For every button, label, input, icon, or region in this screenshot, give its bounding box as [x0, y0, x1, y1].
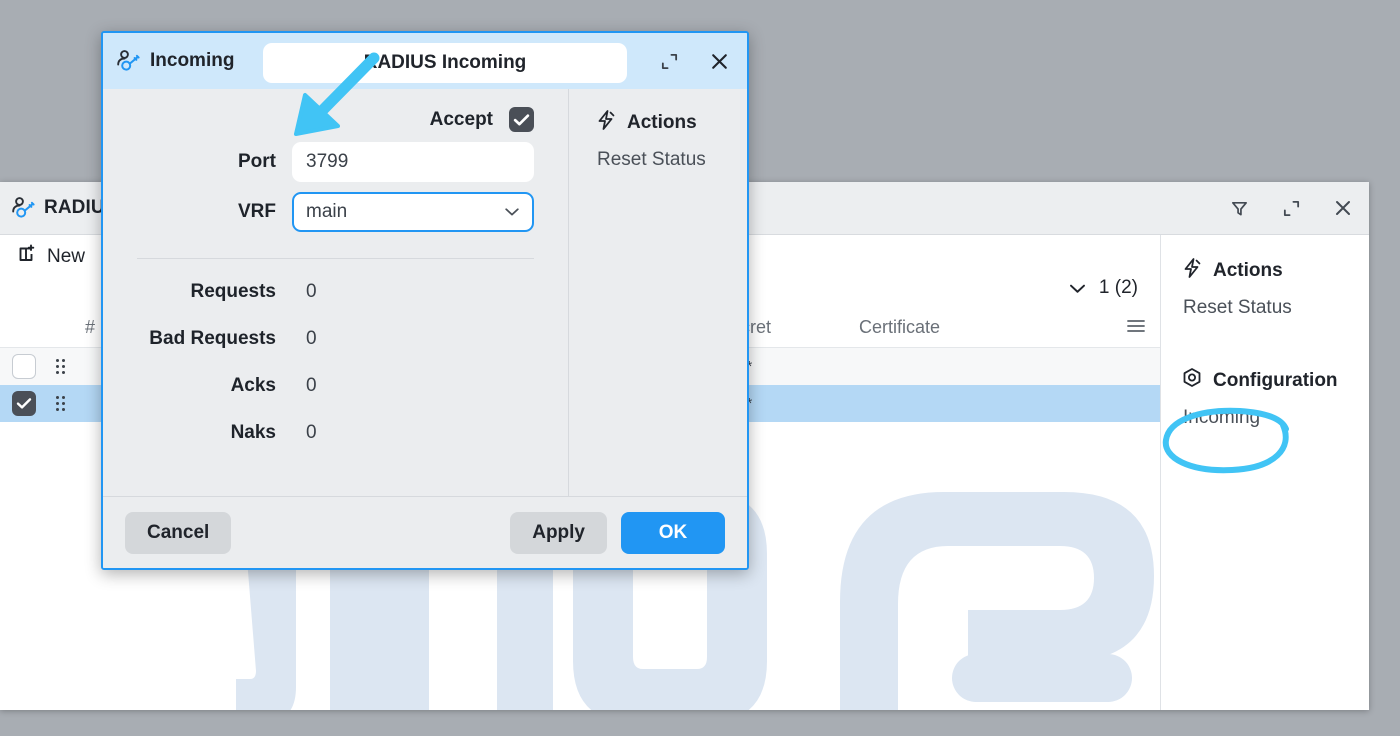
apply-button[interactable]: Apply: [510, 511, 607, 554]
dialog-body: Accept Port VRF main: [103, 89, 747, 496]
radius-side-panel: Actions Reset Status Configuration Incom…: [1161, 235, 1369, 710]
requests-label: Requests: [190, 281, 276, 302]
side-panel-reset-status[interactable]: Reset Status: [1183, 297, 1369, 319]
dialog-form: Accept Port VRF main: [103, 89, 569, 496]
close-icon[interactable]: [1331, 196, 1355, 220]
accept-checkbox[interactable]: [509, 107, 534, 132]
dialog-actions-title: Actions: [627, 112, 697, 133]
form-row-accept: Accept: [103, 107, 534, 132]
hamburger-menu-icon[interactable]: [1126, 317, 1146, 340]
new-button[interactable]: New: [14, 242, 89, 272]
column-header-certificate[interactable]: Certificate: [849, 317, 1029, 338]
new-item-icon: [18, 244, 38, 270]
chevron-down-icon: [504, 201, 520, 223]
form-divider: [137, 258, 534, 259]
incoming-dialog: Incoming RADIUS Incoming Accept Port 379…: [101, 31, 749, 570]
dialog-reset-status-link[interactable]: Reset Status: [597, 149, 747, 171]
naks-label: Naks: [230, 422, 276, 443]
stat-row-naks: Naks 0: [103, 422, 534, 444]
radius-key-icon: [113, 46, 143, 76]
row-checkbox[interactable]: [0, 354, 46, 379]
dialog-actions-header: Actions: [595, 109, 747, 137]
bad-requests-value: 0: [306, 328, 317, 349]
row-drag-handle[interactable]: [46, 396, 82, 411]
dialog-footer: Cancel Apply OK: [103, 496, 747, 568]
vrf-selected-value: main: [306, 201, 348, 222]
screen: RADIUS New 1 (2) # Certificate Actions R…: [0, 0, 1400, 736]
ok-button[interactable]: OK: [621, 511, 725, 554]
requests-value: 0: [306, 281, 317, 302]
checkbox-checked-icon: [12, 391, 36, 416]
accept-label: Accept: [429, 108, 493, 130]
radius-window-controls: [1227, 182, 1355, 234]
grip-dots-icon: [56, 359, 65, 374]
bad-requests-label: Bad Requests: [149, 328, 276, 349]
grip-dots-icon: [56, 396, 65, 411]
lightning-bolt-icon: [1181, 257, 1203, 285]
filter-icon[interactable]: [1227, 196, 1251, 220]
side-panel-configuration-header: Configuration: [1181, 367, 1369, 395]
new-button-label: New: [47, 246, 86, 267]
pagination-label: 1 (2): [1098, 277, 1138, 298]
dialog-actions-panel: Actions Reset Status: [569, 89, 747, 496]
vrf-label: VRF: [238, 201, 276, 222]
dialog-window-controls: [657, 33, 731, 89]
side-panel-incoming-link[interactable]: Incoming: [1183, 407, 1369, 429]
side-panel-actions-title: Actions: [1213, 260, 1283, 281]
close-icon[interactable]: [707, 49, 731, 73]
checkbox-unchecked-icon: [12, 354, 36, 379]
naks-value: 0: [306, 422, 317, 443]
acks-label: Acks: [230, 375, 276, 396]
pagination: 1 (2): [1068, 277, 1138, 299]
lightning-bolt-icon: [595, 109, 617, 137]
row-checkbox[interactable]: [0, 391, 46, 416]
dialog-footer-right: Apply OK: [510, 511, 725, 554]
side-panel-actions-header: Actions: [1181, 257, 1369, 285]
radius-key-icon: [8, 193, 38, 223]
dialog-title: Incoming: [150, 50, 235, 71]
dialog-name-input[interactable]: RADIUS Incoming: [263, 43, 627, 83]
expand-icon[interactable]: [1279, 196, 1303, 220]
side-panel-configuration-title: Configuration: [1213, 370, 1338, 391]
side-panel-spacer: [1181, 333, 1369, 367]
stat-row-requests: Requests 0: [103, 281, 534, 303]
stat-row-acks: Acks 0: [103, 375, 534, 397]
stat-row-bad-requests: Bad Requests 0: [103, 328, 534, 350]
row-drag-handle[interactable]: [46, 359, 82, 374]
vrf-select[interactable]: main: [292, 192, 534, 232]
acks-value: 0: [306, 375, 317, 396]
form-row-port: Port: [103, 142, 534, 182]
dialog-titlebar: Incoming RADIUS Incoming: [103, 33, 747, 89]
form-row-vrf: VRF main: [103, 192, 534, 232]
chevron-down-icon[interactable]: [1068, 282, 1087, 295]
port-input[interactable]: [292, 142, 534, 182]
gear-hex-icon: [1181, 367, 1203, 395]
cancel-button[interactable]: Cancel: [125, 511, 232, 554]
port-label: Port: [238, 151, 276, 172]
expand-icon[interactable]: [657, 49, 681, 73]
